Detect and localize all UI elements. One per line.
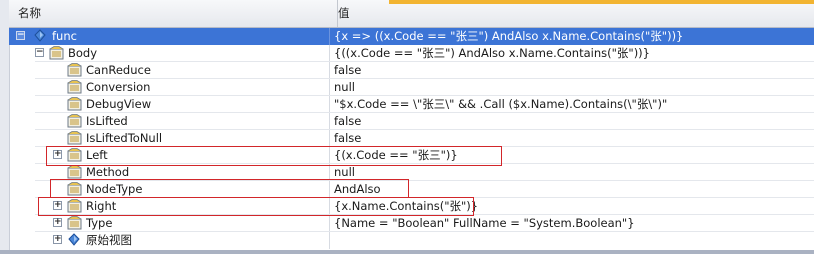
expand-icon[interactable]: + (53, 235, 62, 244)
collapse-icon[interactable]: − (16, 31, 25, 40)
tree-row-label: Body (68, 46, 98, 60)
tree-row-value: false (329, 113, 814, 130)
highlight-box-left (46, 146, 502, 166)
bottom-border (0, 250, 814, 254)
property-card-icon (67, 216, 82, 230)
tree-row-value: null (329, 79, 814, 96)
tree-row-value (329, 232, 814, 249)
column-header-value[interactable]: 值 (329, 0, 814, 27)
tree-row-label: func (52, 29, 77, 43)
tree-row-label: Type (86, 216, 113, 230)
tree-row-value: {x => ((x.Code == "张三") AndAlso x.Name.C… (329, 28, 814, 45)
tree-row-conversion[interactable]: Conversion null (9, 79, 814, 96)
tree-row-body[interactable]: − Body {((x.Code == "张三") AndAlso x.Name… (9, 45, 814, 62)
tree-row-value: "$x.Code == \"张三\" && .Call ($x.Name).Co… (329, 96, 814, 113)
column-header: 名称 值 (9, 0, 814, 28)
tree-row-raw-view[interactable]: + 原始视图 (9, 232, 814, 249)
tree-row-label: Conversion (86, 80, 151, 94)
tree-row-label: 原始视图 (86, 233, 132, 247)
tree-row-type[interactable]: + Type {Name = "Boolean" FullName = "Sys… (9, 215, 814, 232)
property-card-icon (67, 131, 82, 145)
tree-row-label: DebugView (86, 97, 152, 111)
tree-row-func[interactable]: − func {x => ((x.Code == "张三") AndAlso x… (9, 28, 814, 45)
tree-row-label: CanReduce (86, 63, 151, 77)
tree-row-canreduce[interactable]: CanReduce false (9, 62, 814, 79)
tree-row-islifted[interactable]: IsLifted false (9, 113, 814, 130)
property-card-icon (49, 46, 64, 60)
highlight-box-nodetype (50, 179, 409, 198)
property-card-icon (67, 97, 82, 111)
tree-row-isliftedtonull[interactable]: IsLiftedToNull false (9, 130, 814, 147)
tree-row-value: {((x.Code == "张三") AndAlso x.Name.Contai… (329, 45, 814, 62)
tree-row-label: IsLifted (86, 114, 128, 128)
watch-window: 名称 值 − func {x => ((x.Code == "张三") AndA… (0, 0, 814, 254)
property-card-icon (67, 63, 82, 77)
tree-row-value: false (329, 62, 814, 79)
collapse-icon[interactable]: − (35, 48, 44, 57)
tree-row-value: {Name = "Boolean" FullName = "System.Boo… (329, 215, 814, 232)
property-card-icon (67, 165, 82, 179)
tree-row-value: false (329, 130, 814, 147)
tree-row-label: IsLiftedToNull (86, 131, 163, 145)
property-card-icon (67, 114, 82, 128)
blue-diamond-icon (68, 233, 80, 246)
blue-diamond-icon (34, 29, 46, 42)
property-card-icon (67, 80, 82, 94)
expand-icon[interactable]: + (53, 218, 62, 227)
tree-row-debugview[interactable]: DebugView "$x.Code == \"张三\" && .Call ($… (9, 96, 814, 113)
highlight-box-right (38, 197, 474, 216)
column-header-name[interactable]: 名称 (9, 0, 338, 27)
